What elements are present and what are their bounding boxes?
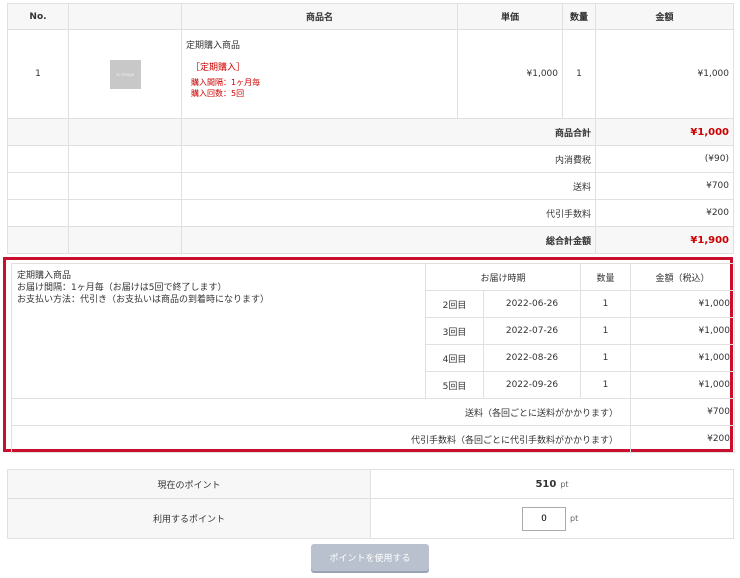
points-unit: pt <box>560 479 569 489</box>
summary-row-subtotal: 商品合計 ¥1,000 <box>7 118 734 146</box>
header-image <box>68 3 182 30</box>
points-table: 現在のポイント 510pt 利用するポイント pt <box>7 469 734 539</box>
summary-row-shipping: 送料 ¥700 <box>7 172 734 200</box>
delivery-qty: 1 <box>580 344 632 372</box>
current-points-cell: 510 pt <box>370 469 734 499</box>
item-image-cell: no image <box>68 29 182 119</box>
use-points-row: 利用するポイント pt <box>7 498 734 539</box>
subscription-tag: ［定期購入］ <box>191 63 246 73</box>
purchase-count: 購入回数：5回 <box>191 89 245 98</box>
delivery-nth: 3回目 <box>425 317 484 345</box>
delivery-qty: 1 <box>580 317 632 345</box>
item-name-cell: 定期購入商品 ［定期購入］ 購入間隔：1ヶ月毎 購入回数：5回 <box>181 29 458 119</box>
item-quantity: 1 <box>562 29 596 119</box>
item-amount: ¥1,000 <box>595 29 734 119</box>
delivery-nth: 4回目 <box>425 344 484 372</box>
subscription-title: 定期購入商品 <box>17 271 72 281</box>
schedule-cod-fee-label: 代引手数料（各回ごとに代引手数料がかかります） <box>10 425 632 453</box>
subtotal-label: 商品合計 <box>181 118 596 146</box>
delivery-amount: ¥1,000 <box>630 290 736 318</box>
delivery-interval-note: お届け間隔：1ヶ月毎（お届けは5回で終了します） <box>17 283 227 293</box>
delivery-nth: 5回目 <box>425 371 484 399</box>
thumbnail-placeholder-text: no image <box>115 71 135 77</box>
summary-row-cod-fee: 代引手数料 ¥200 <box>7 199 734 227</box>
delivery-amount: ¥1,000 <box>630 317 736 345</box>
delivery-date: 2022-06-26 <box>482 290 582 318</box>
product-name: 定期購入商品 <box>186 41 241 51</box>
schedule-shipping-value: ¥700 <box>630 398 736 426</box>
schedule-header-row: 定期購入商品 お届け間隔：1ヶ月毎（お届けは5回で終了します） お支払い方法：代… <box>11 263 736 399</box>
shipping-value: ¥700 <box>595 172 734 200</box>
summary-row-tax: 内消費税 (¥90) <box>7 145 734 173</box>
use-points-label: 利用するポイント <box>7 498 371 539</box>
shipping-label: 送料 <box>181 172 596 200</box>
cod-fee-label: 代引手数料 <box>181 199 596 227</box>
purchase-interval: 購入間隔：1ヶ月毎 <box>191 78 261 87</box>
order-header-row: No. 商品名 単価 数量 金額 <box>7 3 734 30</box>
header-quantity: 数量 <box>562 3 596 30</box>
tax-value: (¥90) <box>595 145 734 173</box>
current-points-label: 現在のポイント <box>7 469 371 499</box>
schedule-cod-fee-row: 代引手数料（各回ごとに代引手数料がかかります） ¥200 <box>10 425 736 453</box>
delivery-amount: ¥1,000 <box>630 344 736 372</box>
delivery-date: 2022-08-26 <box>482 344 582 372</box>
use-points-input[interactable] <box>522 506 566 531</box>
schedule-shipping-label: 送料（各回ごとに送料がかかります） <box>10 398 632 426</box>
header-amount: 金額 <box>595 3 734 30</box>
table-row: 1 no image 定期購入商品 ［定期購入］ 購入間隔：1ヶ月毎 購入回数：… <box>7 29 734 119</box>
subscription-info: 定期購入商品 お届け間隔：1ヶ月毎（お届けは5回で終了します） お支払い方法：代… <box>11 263 426 399</box>
header-delivery-period: お届け時期 <box>424 263 582 291</box>
subscription-schedule-table: 定期購入商品 お届け間隔：1ヶ月毎（お届けは5回で終了します） お支払い方法：代… <box>10 263 736 453</box>
cod-fee-value: ¥200 <box>595 199 734 227</box>
header-unit-price: 単価 <box>457 3 563 30</box>
tax-label: 内消費税 <box>181 145 596 173</box>
header-no: No. <box>7 3 69 30</box>
total-label: 総合計金額 <box>181 226 596 254</box>
order-table: No. 商品名 単価 数量 金額 1 no image 定期購入商品 ［定期購入… <box>7 3 734 254</box>
points-unit: pt <box>570 514 579 523</box>
total-value: ¥1,900 <box>595 226 734 254</box>
payment-method-note: お支払い方法：代引き（お支払いは商品の到着時になります） <box>17 295 270 305</box>
use-points-button[interactable]: ポイントを使用する <box>311 544 429 571</box>
header-product-name: 商品名 <box>181 3 458 30</box>
item-no: 1 <box>7 29 69 119</box>
delivery-qty: 1 <box>580 290 632 318</box>
use-points-cell: pt <box>370 498 734 539</box>
delivery-date: 2022-07-26 <box>482 317 582 345</box>
header-schedule-quantity: 数量 <box>580 263 632 291</box>
schedule-shipping-row: 送料（各回ごとに送料がかかります） ¥700 <box>10 398 736 426</box>
item-unit-price: ¥1,000 <box>457 29 563 119</box>
delivery-amount: ¥1,000 <box>630 371 736 399</box>
subscription-schedule-box: 定期購入商品 お届け間隔：1ヶ月毎（お届けは5回で終了します） お支払い方法：代… <box>3 257 736 453</box>
delivery-date: 2022-09-26 <box>482 371 582 399</box>
schedule-cod-fee-value: ¥200 <box>630 425 736 453</box>
product-thumbnail[interactable]: no image <box>109 59 141 89</box>
current-points-value: 510 <box>535 478 557 490</box>
subtotal-value: ¥1,000 <box>595 118 734 146</box>
delivery-nth: 2回目 <box>425 290 484 318</box>
summary-row-total: 総合計金額 ¥1,900 <box>7 226 734 254</box>
current-points-row: 現在のポイント 510 pt <box>7 469 734 499</box>
delivery-qty: 1 <box>580 371 632 399</box>
header-schedule-amount: 金額（税込） <box>630 263 736 291</box>
